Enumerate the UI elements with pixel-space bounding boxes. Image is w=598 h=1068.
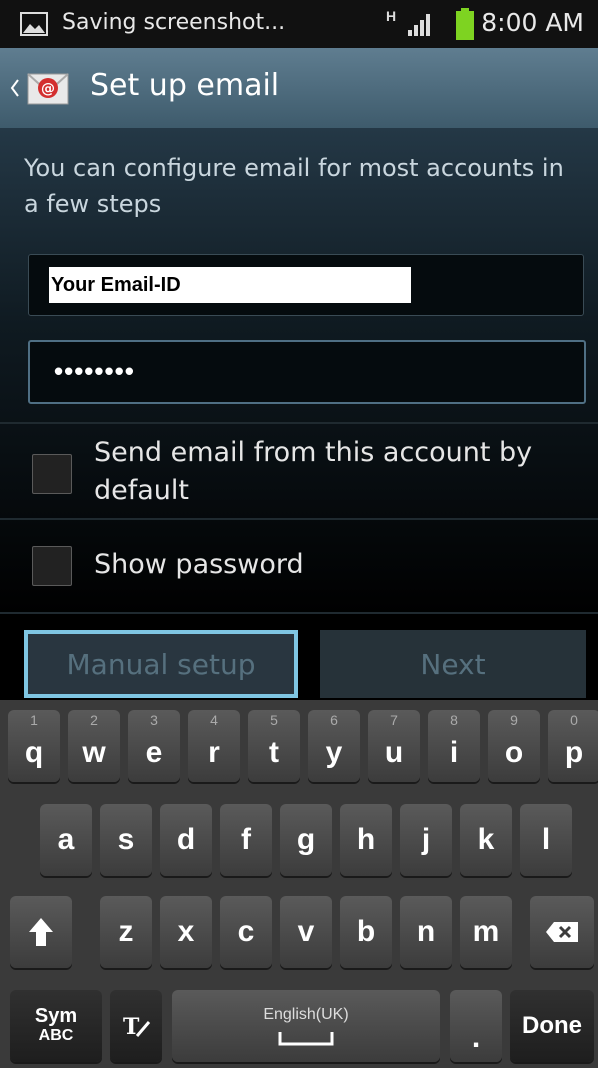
key-s[interactable]: s	[100, 804, 152, 876]
key-c[interactable]: c	[220, 896, 272, 968]
key-hint-7: 7	[390, 712, 398, 728]
key-hint-3: 3	[150, 712, 158, 728]
abc-label: ABC	[38, 1027, 74, 1044]
key-label: p	[564, 736, 584, 769]
setup-form: You can configure email for most account…	[0, 128, 598, 620]
key-p[interactable]: 0p	[548, 710, 598, 782]
key-label: e	[145, 736, 163, 769]
key-hint-4: 4	[210, 712, 218, 728]
show-password-checkbox[interactable]	[32, 546, 72, 586]
key-a[interactable]: a	[40, 804, 92, 876]
key-y[interactable]: 6y	[308, 710, 360, 782]
email-app-icon: @	[27, 73, 69, 105]
space-icon	[278, 1032, 334, 1046]
key-b[interactable]: b	[340, 896, 392, 968]
key-h[interactable]: h	[340, 804, 392, 876]
email-field[interactable]: Your Email-ID	[28, 254, 584, 316]
show-password-label: Show password	[94, 549, 304, 580]
done-key[interactable]: Done	[510, 990, 594, 1062]
password-value: ••••••••	[54, 356, 135, 386]
period-label: .	[471, 1021, 481, 1054]
key-t[interactable]: 5t	[248, 710, 300, 782]
up-navigation-button[interactable]: @	[6, 60, 80, 116]
shift-icon	[29, 918, 53, 946]
default-account-checkbox[interactable]	[32, 454, 72, 494]
key-label: q	[24, 736, 44, 769]
show-password-checkbox-row[interactable]: Show password	[0, 520, 598, 612]
key-label: w	[82, 736, 106, 769]
symbols-key[interactable]: Sym ABC	[10, 990, 102, 1062]
signal-icon	[408, 14, 430, 36]
key-label: y	[325, 736, 343, 769]
default-account-label: Send email from this account by default	[94, 437, 533, 506]
battery-icon	[456, 8, 474, 40]
backspace-key[interactable]	[530, 896, 594, 968]
back-chevron-icon	[10, 79, 19, 97]
default-account-checkbox-row[interactable]: Send email from this account by default	[0, 424, 598, 518]
key-w[interactable]: 2w	[68, 710, 120, 782]
intro-text: You can configure email for most account…	[24, 154, 564, 218]
key-hint-1: 1	[30, 712, 38, 728]
key-n[interactable]: n	[400, 896, 452, 968]
manual-setup-button[interactable]: Manual setup	[24, 630, 298, 698]
key-hint-2: 2	[90, 712, 98, 728]
on-screen-keyboard: 1q2w3e4r5t6y7u8i9o0p asdfghjkl zxcvbnm S…	[0, 700, 598, 1068]
key-e[interactable]: 3e	[128, 710, 180, 782]
key-o[interactable]: 9o	[488, 710, 540, 782]
shift-key[interactable]	[10, 896, 72, 968]
backspace-icon	[546, 922, 578, 942]
password-field[interactable]: ••••••••	[28, 340, 586, 404]
key-d[interactable]: d	[160, 804, 212, 876]
key-x[interactable]: x	[160, 896, 212, 968]
key-r[interactable]: 4r	[188, 710, 240, 782]
key-label: o	[504, 736, 524, 769]
notification-text: Saving screenshot...	[62, 10, 286, 35]
svg-text:@: @	[41, 81, 55, 97]
key-label: r	[208, 736, 220, 769]
key-v[interactable]: v	[280, 896, 332, 968]
image-notification-icon	[20, 12, 48, 36]
space-key[interactable]: English(UK)	[172, 990, 440, 1062]
space-language-label: English(UK)	[263, 1006, 349, 1023]
network-type-icon: H	[386, 8, 397, 24]
next-button[interactable]: Next	[320, 630, 586, 698]
handwriting-icon: T	[123, 1014, 151, 1040]
key-i[interactable]: 8i	[428, 710, 480, 782]
email-value: Your Email-ID	[49, 267, 411, 303]
key-m[interactable]: m	[460, 896, 512, 968]
key-q[interactable]: 1q	[8, 710, 60, 782]
handwriting-mode-key[interactable]: T	[110, 990, 162, 1062]
key-label: u	[384, 736, 404, 769]
key-hint-8: 8	[450, 712, 458, 728]
key-f[interactable]: f	[220, 804, 272, 876]
key-hint-6: 6	[330, 712, 338, 728]
key-g[interactable]: g	[280, 804, 332, 876]
key-z[interactable]: z	[100, 896, 152, 968]
key-k[interactable]: k	[460, 804, 512, 876]
key-l[interactable]: l	[520, 804, 572, 876]
done-label: Done	[522, 1012, 582, 1039]
period-key[interactable]: .	[450, 990, 502, 1062]
status-bar: Saving screenshot... H 8:00 AM	[0, 0, 598, 48]
key-hint-0: 0	[570, 712, 578, 728]
key-j[interactable]: j	[400, 804, 452, 876]
key-label: i	[449, 736, 459, 769]
symbols-label: Sym	[34, 1005, 78, 1027]
key-label: t	[269, 736, 279, 769]
divider	[0, 612, 598, 614]
key-u[interactable]: 7u	[368, 710, 420, 782]
action-bar: @ Set up email	[0, 48, 598, 128]
status-time: 8:00 AM	[481, 8, 584, 37]
key-hint-9: 9	[510, 712, 518, 728]
page-title: Set up email	[90, 68, 280, 103]
key-hint-5: 5	[270, 712, 278, 728]
